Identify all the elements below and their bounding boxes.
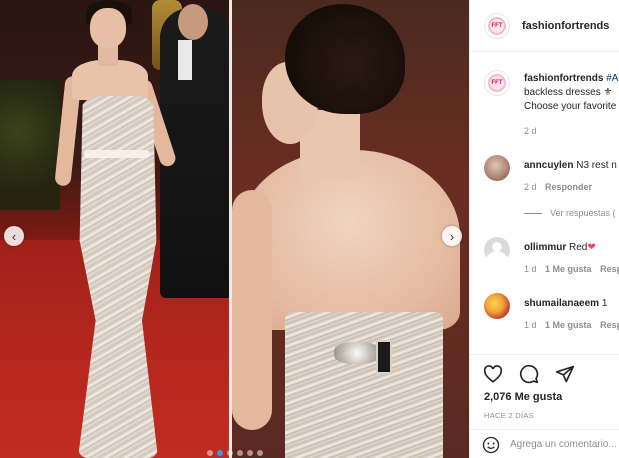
post-header: FFT fashionfortrends: [470, 0, 619, 52]
post-timestamp[interactable]: HACE 2 DÍAS: [484, 411, 534, 420]
divider: [524, 212, 542, 214]
caption-line-3: Choose your favorite: [524, 101, 617, 112]
woman-arm: [232, 190, 272, 430]
caption-username[interactable]: fashionfortrends: [524, 73, 603, 84]
comment-text: Red: [569, 242, 588, 253]
photo-front-view: [0, 0, 231, 458]
comments-list: FFT fashionfortrends #A backless dresses…: [470, 53, 619, 353]
collage-divider: [229, 0, 232, 458]
reply-button[interactable]: Responder: [600, 320, 619, 330]
post-photo[interactable]: ‹ ›: [0, 0, 469, 458]
instagram-post: ‹ › FFT fashionfortrends FFT fashionfort…: [0, 0, 619, 458]
caption-meta: 2 d: [524, 126, 543, 136]
background-man-shirt: [178, 40, 192, 80]
comment-time[interactable]: 1 d: [524, 320, 537, 330]
caption-time[interactable]: 2 d: [524, 126, 537, 136]
carousel-dot: [226, 450, 233, 456]
gown-belt: [84, 150, 150, 158]
comment-body: ollimmur Red❤: [524, 241, 619, 255]
like-count[interactable]: 2,076 Me gusta: [484, 391, 562, 403]
comment-username[interactable]: anncuylen: [524, 160, 573, 171]
carousel-prev-button[interactable]: ‹: [4, 226, 24, 246]
backless-gown: [285, 312, 443, 458]
carousel-dot: [216, 450, 223, 456]
caption-body: fashionfortrends #A backless dresses ⚜ C…: [524, 72, 619, 114]
comment-time[interactable]: 1 d: [524, 264, 537, 274]
action-icons: [482, 363, 576, 385]
like-button[interactable]: [482, 363, 504, 385]
comment-likes[interactable]: 1 Me gusta: [545, 264, 592, 274]
add-comment-bar: [470, 429, 619, 458]
comment-time[interactable]: 2 d: [524, 182, 537, 192]
caption-line-2: backless dresses ⚜: [524, 87, 613, 98]
post-side-panel: FFT fashionfortrends FFT fashionfortrend…: [469, 0, 619, 458]
comment-meta: 1 d 1 Me gusta Responder: [524, 320, 619, 330]
chevron-left-icon: ‹: [11, 228, 17, 244]
avatar[interactable]: [484, 237, 510, 263]
reply-button[interactable]: Responder: [600, 264, 619, 274]
view-replies-label: Ver respuestas (: [550, 208, 616, 218]
share-button[interactable]: [554, 363, 576, 385]
comment-username[interactable]: shumailanaeem: [524, 298, 599, 309]
comment-body: shumailanaeem 1: [524, 297, 619, 311]
avatar[interactable]: FFT: [484, 70, 510, 96]
gown-brooch: [334, 342, 380, 364]
background-man-head: [178, 4, 208, 40]
carousel-next-button[interactable]: ›: [442, 226, 462, 246]
comment-meta: 2 d Responder: [524, 182, 598, 192]
comment-text: N3 rest n: [576, 160, 617, 171]
carousel-dot: [236, 450, 243, 456]
woman-shoulders: [72, 60, 148, 100]
avatar[interactable]: [484, 293, 510, 319]
comment-body: anncuylen N3 rest n: [524, 159, 619, 173]
woman-face: [90, 8, 126, 48]
woman-updo-hair: [285, 4, 405, 114]
caption-hashtag[interactable]: #A: [606, 73, 618, 84]
brand-logo-icon: FFT: [488, 74, 506, 92]
gown-clasp: [376, 340, 392, 374]
carousel-dot: [246, 450, 253, 456]
comment-button[interactable]: [518, 363, 540, 385]
heart-emoji-icon: ❤: [587, 242, 596, 253]
comment-input[interactable]: [510, 439, 619, 450]
comment-text: 1: [601, 298, 608, 309]
comment-likes[interactable]: 1 Me gusta: [545, 320, 592, 330]
brand-logo-icon: FFT: [488, 16, 506, 35]
carousel-dot: [206, 450, 213, 456]
carousel-dots: [0, 450, 469, 456]
post-actions: 2,076 Me gusta HACE 2 DÍAS: [470, 354, 619, 458]
view-replies-button[interactable]: Ver respuestas (: [524, 208, 616, 218]
avatar[interactable]: [484, 155, 510, 181]
comment-icon: [519, 364, 539, 384]
comment-meta: 1 d 1 Me gusta Responder: [524, 264, 619, 274]
share-icon: [555, 365, 575, 383]
comment-username[interactable]: ollimmur: [524, 242, 566, 253]
background-foliage: [0, 80, 60, 210]
emoji-icon[interactable]: [482, 436, 500, 454]
post-author-username[interactable]: fashionfortrends: [522, 20, 609, 32]
reply-button[interactable]: Responder: [545, 182, 592, 192]
chevron-right-icon: ›: [449, 228, 455, 244]
avatar[interactable]: FFT: [484, 12, 510, 39]
carousel-dot: [256, 450, 263, 456]
heart-icon: [483, 365, 503, 383]
